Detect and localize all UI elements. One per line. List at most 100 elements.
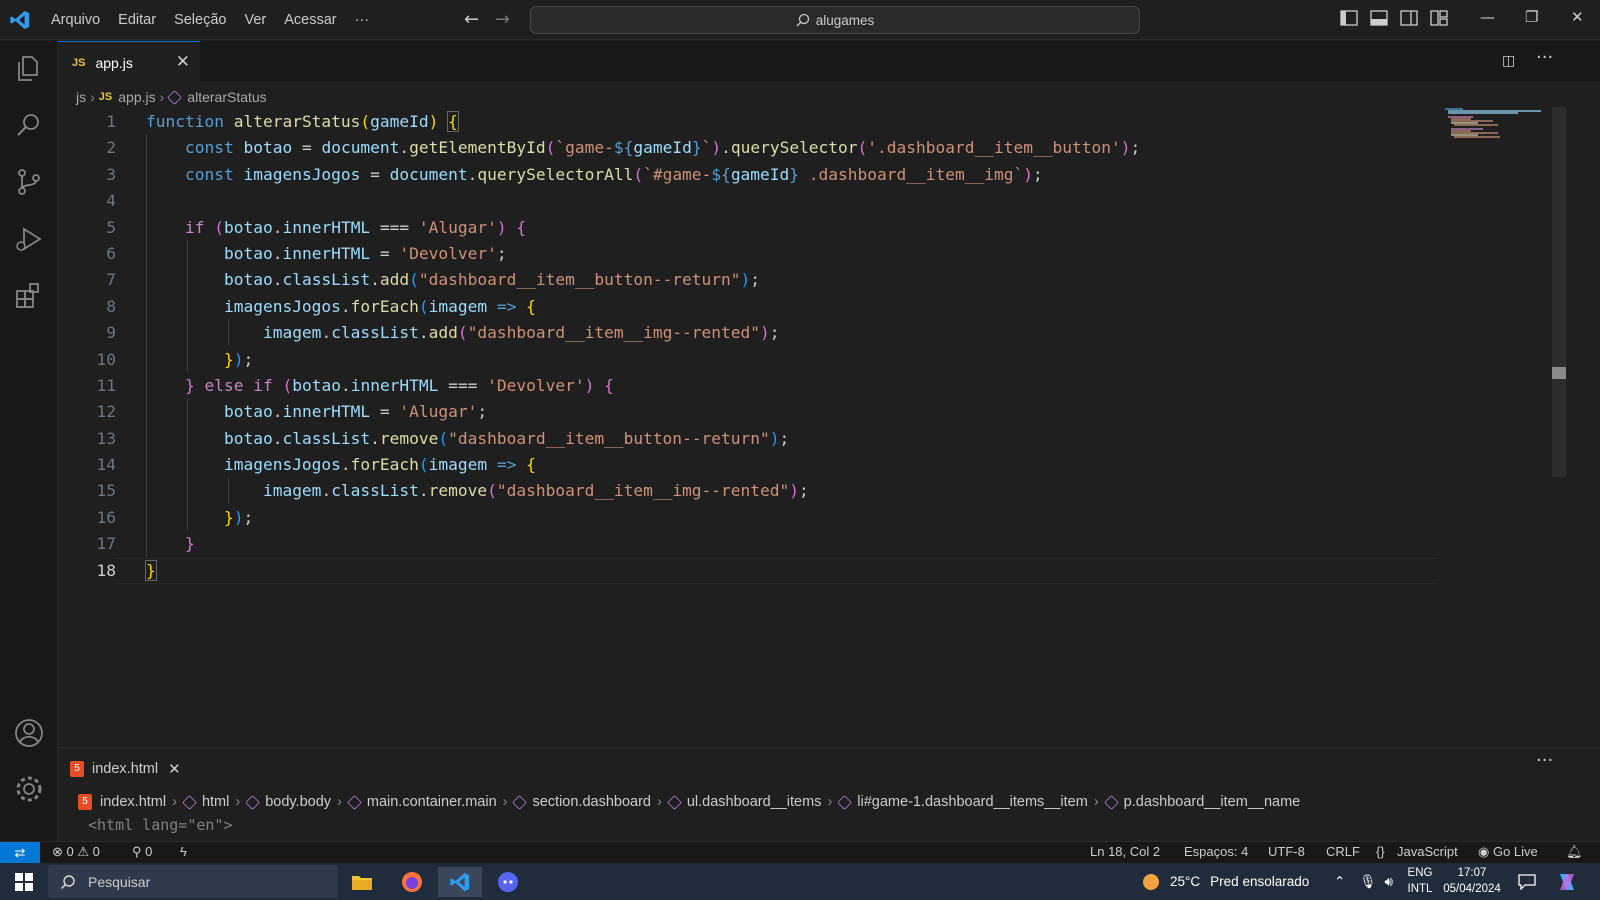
remote-indicator-icon[interactable]: ⇄	[0, 842, 40, 864]
close-tab-icon[interactable]: ✕	[168, 760, 181, 778]
title-bar: Arquivo Editar Seleção Ver Acessar ··· ←…	[0, 0, 1600, 40]
code-editor[interactable]: 1 function alterarStatus(gameId) { 2 cons…	[58, 109, 1468, 584]
code-line: 14 imagensJogos.forEach(imagem => {	[58, 452, 1468, 478]
breadcrumb-file[interactable]: index.html	[100, 794, 166, 810]
taskbar-clock[interactable]: 17:07 05/04/2024	[1440, 865, 1504, 897]
weather-widget[interactable]: 25°C Pred ensolarado	[1140, 863, 1309, 900]
search-icon	[61, 874, 75, 889]
line-number: 13	[96, 428, 117, 448]
breadcrumb-html[interactable]: html	[202, 794, 229, 810]
weather-temp: 25°C	[1170, 874, 1201, 889]
keyboard-language[interactable]: ENG INTL	[1406, 865, 1434, 897]
split-editor-icon[interactable]: ◫	[1502, 53, 1515, 69]
notifications-bell-icon[interactable]: 🔔︎	[1566, 844, 1583, 860]
menu-editar[interactable]: Editar	[109, 12, 165, 28]
line-number: 9	[106, 323, 116, 343]
breadcrumb-body[interactable]: body.body	[265, 794, 331, 810]
explorer-icon[interactable]	[12, 51, 46, 85]
code-line: 16 });	[58, 505, 1468, 531]
menu-selecao[interactable]: Seleção	[165, 12, 235, 28]
vscode-taskbar-icon[interactable]	[438, 867, 482, 897]
restore-icon[interactable]: ❐	[1525, 8, 1538, 26]
line-number: 7	[106, 270, 116, 290]
activity-bar	[0, 41, 58, 841]
code-text: });	[223, 507, 254, 527]
breadcrumb-file[interactable]: app.js	[118, 89, 155, 105]
html-code-peek[interactable]: <html lang="en">	[88, 816, 233, 834]
windows-start-icon[interactable]	[2, 867, 46, 897]
toggle-panel-icon[interactable]	[1370, 10, 1388, 26]
minimap[interactable]	[1443, 107, 1543, 147]
eol-setting[interactable]: CRLF	[1326, 844, 1360, 859]
vertical-scrollbar[interactable]	[1552, 107, 1566, 477]
search-sidebar-icon[interactable]	[12, 108, 46, 142]
code-text: imagem.classList.remove("dashboard__item…	[262, 481, 809, 501]
more-actions-icon[interactable]: ···	[1536, 47, 1553, 68]
breadcrumb-symbol[interactable]: alterarStatus	[187, 89, 266, 105]
forward-arrow-icon[interactable]: →	[495, 9, 510, 30]
breadcrumb-folder[interactable]: js	[76, 89, 86, 105]
chevron-right-icon: ›	[235, 794, 241, 810]
lightning-icon[interactable]: ϟ	[180, 844, 187, 859]
ports-indicator[interactable]: ⚲ 0	[132, 844, 152, 860]
command-center-search[interactable]: alugames	[530, 6, 1140, 34]
speaker-icon[interactable]: 🔊︎	[1384, 874, 1393, 890]
problems-indicator[interactable]: ⊗ 0 ⚠ 0	[52, 844, 100, 860]
minimize-icon[interactable]: —	[1480, 8, 1495, 26]
language-mode[interactable]: JavaScript	[1397, 844, 1458, 859]
code-text: }	[184, 534, 195, 554]
menu-ver[interactable]: Ver	[235, 12, 275, 28]
current-line-highlight	[116, 557, 1436, 584]
encoding-setting[interactable]: UTF-8	[1268, 844, 1305, 859]
second-editor-group: 5 index.html ✕ ··· 5 index.html › html ›…	[58, 747, 1600, 841]
toggle-primary-sidebar-icon[interactable]	[1340, 10, 1358, 26]
broadcast-icon: ⚲	[132, 844, 142, 859]
breadcrumb-li[interactable]: li#game-1.dashboard__items__item	[857, 794, 1088, 810]
cursor-position[interactable]: Ln 18, Col 2	[1090, 844, 1160, 859]
chevron-up-icon[interactable]: ⌃	[1334, 874, 1345, 890]
line-number: 12	[96, 402, 117, 422]
chevron-right-icon: ›	[502, 794, 508, 810]
ports-count: 0	[145, 844, 153, 859]
accounts-icon[interactable]	[12, 716, 46, 750]
weather-desc: Pred ensolarado	[1210, 874, 1310, 889]
notification-center-icon[interactable]	[1518, 863, 1536, 900]
symbol-element-icon	[182, 794, 197, 810]
breadcrumb-section[interactable]: section.dashboard	[532, 794, 651, 810]
run-debug-icon[interactable]	[12, 222, 46, 256]
discord-icon[interactable]	[486, 867, 530, 897]
tab-app-js[interactable]: JS app.js ✕	[58, 41, 200, 84]
symbol-element-icon	[245, 794, 261, 810]
source-control-icon[interactable]	[12, 165, 46, 199]
settings-gear-icon[interactable]	[12, 772, 46, 806]
menu-arquivo[interactable]: Arquivo	[42, 12, 109, 28]
code-line: 3 const imagensJogos = document.querySel…	[58, 162, 1468, 188]
customize-layout-icon[interactable]	[1430, 10, 1448, 26]
close-window-icon[interactable]: ✕	[1571, 8, 1584, 26]
tab-label: app.js	[95, 55, 133, 71]
line-number: 6	[106, 243, 116, 263]
copilot-icon[interactable]	[1556, 863, 1578, 900]
code-line-current: 18}	[58, 557, 1468, 584]
breadcrumb-p[interactable]: p.dashboard__item__name	[1124, 794, 1301, 810]
file-explorer-icon[interactable]	[340, 867, 384, 897]
menu-more[interactable]: ···	[346, 12, 379, 28]
indentation-setting[interactable]: Espaços: 4	[1184, 844, 1248, 859]
sun-weather-icon	[1143, 873, 1159, 890]
golive-button[interactable]: ◉ Go Live	[1478, 844, 1538, 860]
extensions-icon[interactable]	[12, 279, 46, 313]
breadcrumb-main[interactable]: main.container.main	[367, 794, 497, 810]
more-actions-icon[interactable]: ···	[1536, 750, 1553, 771]
back-arrow-icon[interactable]: ←	[464, 9, 479, 30]
firefox-icon[interactable]	[390, 867, 434, 897]
line-number: 1	[106, 112, 116, 131]
html5-file-icon: 5	[78, 794, 92, 810]
toggle-secondary-sidebar-icon[interactable]	[1400, 10, 1418, 26]
microphone-icon[interactable]: 🎙︎	[1359, 874, 1376, 890]
tab-index-html[interactable]: 5 index.html ✕	[70, 754, 181, 784]
code-text: botao.classList.remove("dashboard__item_…	[223, 428, 790, 448]
taskbar-search[interactable]: Pesquisar	[48, 865, 338, 898]
breadcrumb-ul[interactable]: ul.dashboard__items	[687, 794, 822, 810]
close-tab-icon[interactable]: ✕	[176, 52, 190, 72]
menu-acessar[interactable]: Acessar	[275, 12, 345, 28]
